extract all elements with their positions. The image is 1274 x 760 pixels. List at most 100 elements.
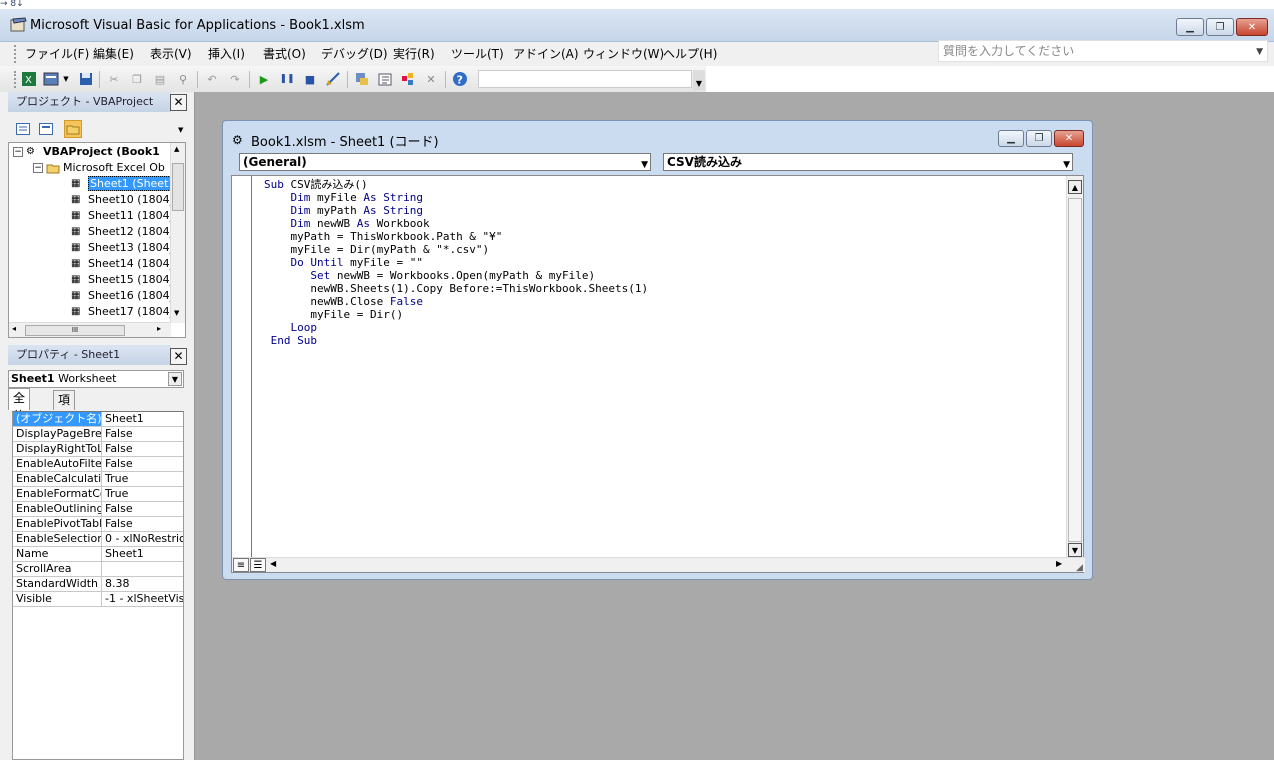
chevron-down-icon[interactable]: ▼ bbox=[62, 71, 70, 87]
save-icon[interactable] bbox=[78, 71, 94, 87]
property-value[interactable]: 8.38 bbox=[103, 577, 183, 591]
property-row[interactable]: DisplayPageBreaksFalse bbox=[13, 427, 183, 442]
tree-folder[interactable]: − Microsoft Excel Ob bbox=[33, 160, 165, 176]
menu-format[interactable]: 書式(O) bbox=[263, 45, 306, 63]
code-line[interactable]: Sub CSV読み込み() bbox=[264, 178, 648, 191]
property-value[interactable]: Sheet1 bbox=[103, 547, 183, 561]
code-line[interactable]: Set newWB = Workbooks.Open(myPath & myFi… bbox=[264, 269, 648, 282]
code-line[interactable]: Dim myFile As String bbox=[264, 191, 648, 204]
restore-button[interactable]: ❐ bbox=[1206, 18, 1234, 36]
object-browser-icon[interactable] bbox=[400, 71, 416, 87]
design-mode-icon[interactable] bbox=[325, 71, 341, 87]
tab-categorized[interactable]: 項目別 bbox=[53, 390, 76, 443]
help-icon[interactable]: ? bbox=[452, 71, 468, 87]
chevron-down-icon[interactable]: ▼ bbox=[641, 157, 648, 173]
code-line[interactable]: Do Until myFile = "" bbox=[264, 256, 648, 269]
property-row[interactable]: EnableSelection0 - xlNoRestrictions bbox=[13, 532, 183, 547]
code-line[interactable]: myFile = Dir(myPath & "*.csv") bbox=[264, 243, 648, 256]
object-select[interactable]: Sheet1 Worksheet ▼ bbox=[8, 370, 184, 388]
menu-help[interactable]: ヘルプ(H) bbox=[663, 45, 717, 63]
find-icon[interactable]: ⚲ bbox=[175, 71, 191, 87]
procedure-view-icon[interactable]: ≡ bbox=[233, 558, 249, 572]
tree-item[interactable]: ▦ Sheet15 (1804_ bbox=[71, 272, 175, 288]
menu-debug[interactable]: デバッグ(D) bbox=[321, 45, 388, 63]
toggle-folders-icon[interactable] bbox=[64, 120, 82, 138]
chevron-down-icon[interactable]: ▼ bbox=[1063, 157, 1070, 173]
paste-icon[interactable]: ▤ bbox=[152, 71, 168, 87]
tree-vertical-scrollbar[interactable]: ▲ ▼ bbox=[170, 143, 185, 323]
property-row[interactable]: EnableOutlining False bbox=[13, 502, 183, 517]
menu-grip[interactable] bbox=[14, 45, 17, 63]
scroll-right-icon[interactable]: ▶ bbox=[1056, 559, 1062, 568]
tab-alphabetic[interactable]: 全体 bbox=[8, 388, 31, 423]
menu-insert[interactable]: 挿入(I) bbox=[208, 45, 245, 63]
menu-addins[interactable]: アドイン(A) bbox=[513, 45, 579, 63]
code-vscroll-thumb[interactable] bbox=[1068, 198, 1082, 542]
property-value[interactable]: 0 - xlNoRestrictions bbox=[103, 532, 183, 546]
margin-indicator-bar[interactable] bbox=[232, 176, 252, 559]
chevron-down-icon[interactable]: ▼ bbox=[168, 372, 182, 386]
procedure-combo[interactable]: CSV読み込み ▼ bbox=[663, 153, 1073, 171]
property-row[interactable]: Visible-1 - xlSheetVisible bbox=[13, 592, 183, 607]
code-line[interactable]: myFile = Dir() bbox=[264, 308, 648, 321]
scroll-right-icon[interactable]: ▸ bbox=[157, 324, 161, 333]
properties-panel-close-icon[interactable]: ✕ bbox=[170, 348, 187, 365]
resize-grip-icon[interactable]: ◢ bbox=[1076, 563, 1088, 575]
code-horizontal-scrollbar[interactable]: ≡ ☰ ◀ ▶ bbox=[232, 557, 1085, 572]
tree-item[interactable]: ▦ Sheet17 (1804_ bbox=[71, 304, 175, 320]
object-combo[interactable]: (General) ▼ bbox=[239, 153, 651, 171]
property-row[interactable]: EnableAutoFilter False bbox=[13, 457, 183, 472]
tree-item[interactable]: ▦ Sheet14 (1804_ bbox=[71, 256, 175, 272]
property-value[interactable]: False bbox=[103, 502, 183, 516]
tree-hscroll-thumb[interactable]: III bbox=[25, 325, 125, 336]
property-row[interactable]: EnablePivotTable False bbox=[13, 517, 183, 532]
copy-icon[interactable]: ❐ bbox=[129, 71, 145, 87]
tree-vscroll-thumb[interactable] bbox=[172, 163, 184, 211]
close-button[interactable]: ✕ bbox=[1236, 18, 1268, 36]
excel-view-icon[interactable]: X bbox=[21, 71, 37, 87]
toolbar-options-icon[interactable]: ▼ bbox=[693, 70, 705, 90]
property-row[interactable]: EnableFormatConditionsCalculationTrue bbox=[13, 487, 183, 502]
scroll-left-icon[interactable]: ◂ bbox=[12, 324, 16, 333]
code-restore-button[interactable]: ❐ bbox=[1026, 130, 1052, 147]
code-line[interactable]: Dim myPath As String bbox=[264, 204, 648, 217]
property-value[interactable]: False bbox=[103, 517, 183, 531]
property-value[interactable]: False bbox=[103, 442, 183, 456]
cut-icon[interactable]: ✂ bbox=[106, 71, 122, 87]
break-icon[interactable]: ❚❚ bbox=[279, 71, 295, 87]
property-value[interactable]: False bbox=[103, 457, 183, 471]
tree-item[interactable]: ▦ Sheet11 (1804_ bbox=[71, 208, 175, 224]
code-text[interactable]: Sub CSV読み込み() Dim myFile As String Dim m… bbox=[264, 178, 648, 347]
property-value[interactable]: Sheet1 bbox=[103, 412, 183, 426]
property-value[interactable]: True bbox=[103, 472, 183, 486]
help-search-input[interactable]: 質問を入力してください ▼ bbox=[938, 40, 1268, 62]
minimize-button[interactable]: ▁ bbox=[1176, 18, 1204, 36]
code-minimize-button[interactable]: ▁ bbox=[998, 130, 1024, 147]
view-object-icon[interactable] bbox=[37, 120, 55, 138]
code-line[interactable]: newWB.Close False bbox=[264, 295, 648, 308]
tree-item[interactable]: ▦ Sheet1 (Sheet1 bbox=[71, 176, 178, 192]
project-explorer-icon[interactable] bbox=[354, 71, 370, 87]
tree-root[interactable]: − ⚙ VBAProject (Book1 bbox=[13, 144, 160, 160]
scroll-left-icon[interactable]: ◀ bbox=[270, 559, 276, 568]
menu-view[interactable]: 表示(V) bbox=[150, 45, 192, 63]
redo-icon[interactable]: ↷ bbox=[227, 71, 243, 87]
properties-window-icon[interactable] bbox=[377, 71, 393, 87]
property-row[interactable]: StandardWidth 8.38 bbox=[13, 577, 183, 592]
full-module-view-icon[interactable]: ☰ bbox=[250, 558, 266, 572]
property-value[interactable]: -1 - xlSheetVisible bbox=[103, 592, 183, 606]
chevron-down-icon[interactable]: ▼ bbox=[1256, 44, 1263, 60]
property-row[interactable]: ScrollArea bbox=[13, 562, 183, 577]
menu-edit[interactable]: 編集(E) bbox=[93, 45, 134, 63]
property-row[interactable]: (オブジェクト名) Sheet1 bbox=[13, 412, 183, 427]
view-code-icon[interactable] bbox=[14, 120, 32, 138]
menu-tools[interactable]: ツール(T) bbox=[451, 45, 504, 63]
tree-item[interactable]: ▦ Sheet12 (1804_ bbox=[71, 224, 175, 240]
run-icon[interactable]: ▶ bbox=[256, 71, 272, 87]
collapse-icon[interactable]: − bbox=[33, 163, 43, 173]
tree-horizontal-scrollbar[interactable]: ◂ III ▸ bbox=[9, 322, 171, 337]
undo-icon[interactable]: ↶ bbox=[204, 71, 220, 87]
property-value[interactable] bbox=[103, 562, 183, 576]
toolbox-icon[interactable]: ✕ bbox=[423, 71, 439, 87]
code-line[interactable]: End Sub bbox=[264, 334, 648, 347]
